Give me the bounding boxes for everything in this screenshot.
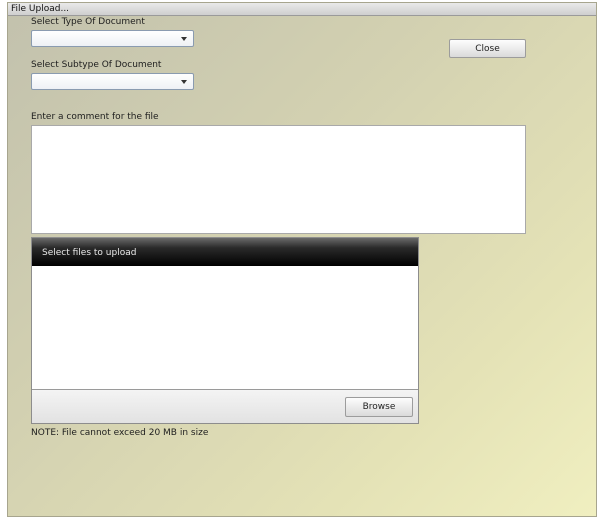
close-button[interactable]: Close [449, 39, 526, 58]
title-bar: File Upload... [8, 3, 596, 16]
comment-textarea[interactable] [31, 125, 526, 234]
file-upload-window: File Upload... Select Type Of Document C… [7, 2, 597, 517]
file-list[interactable] [32, 266, 418, 390]
comment-label: Enter a comment for the file [31, 112, 159, 122]
browse-button[interactable]: Browse [345, 397, 413, 417]
uploader-footer: Browse [32, 390, 418, 423]
document-type-select[interactable] [31, 30, 194, 47]
document-subtype-select[interactable] [31, 73, 194, 90]
chevron-down-icon [181, 80, 187, 84]
size-note: NOTE: File cannot exceed 20 MB in size [31, 428, 209, 438]
window-title: File Upload... [11, 4, 70, 14]
document-type-label: Select Type Of Document [31, 17, 145, 27]
document-subtype-label: Select Subtype Of Document [31, 60, 162, 70]
chevron-down-icon [181, 37, 187, 41]
file-uploader: Select files to upload Browse [31, 237, 419, 424]
uploader-header: Select files to upload [32, 238, 418, 266]
uploader-header-label: Select files to upload [42, 248, 137, 258]
